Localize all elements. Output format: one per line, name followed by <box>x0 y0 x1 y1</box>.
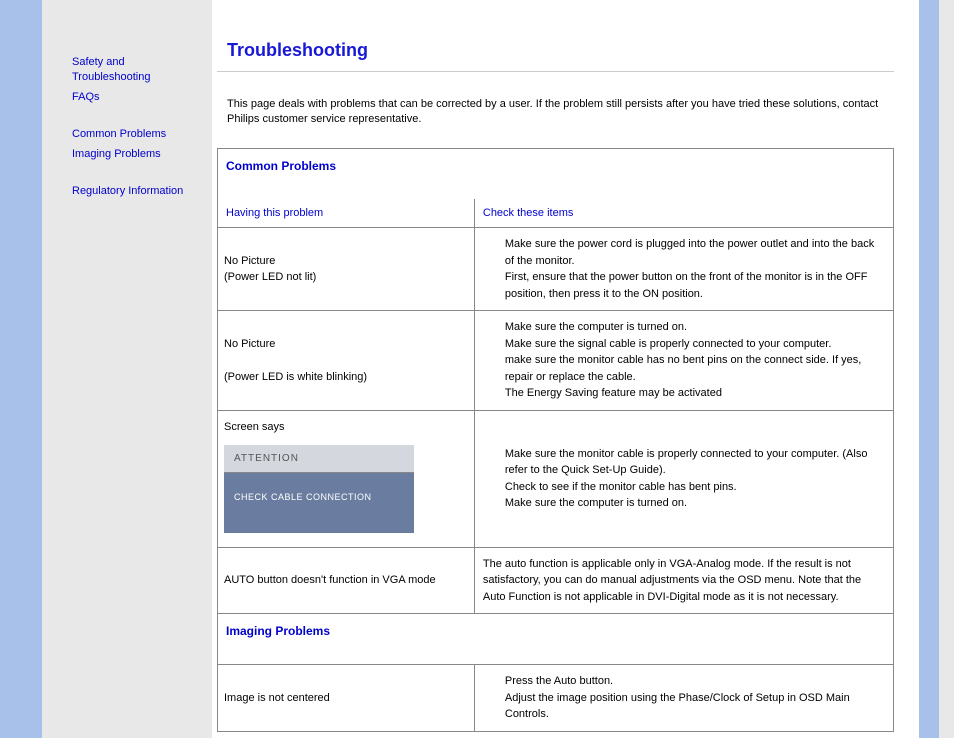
attention-header: ATTENTION <box>224 445 414 473</box>
main-content: Troubleshooting This page deals with pro… <box>212 0 919 738</box>
title-divider <box>217 71 894 72</box>
column-header-problem: Having this problem <box>218 199 475 228</box>
check-cell: Make sure the monitor cable is properly … <box>474 410 893 547</box>
problem-cell: No Picture (Power LED is white blinking) <box>218 311 475 411</box>
check-text: Press the Auto button. <box>505 675 613 687</box>
troubleshooting-table: Common Problems Having this problem Chec… <box>217 148 894 732</box>
problem-cell: AUTO button doesn't function in VGA mode <box>218 547 475 614</box>
intro-text: This page deals with problems that can b… <box>227 97 894 128</box>
right-padding <box>939 0 954 738</box>
sidebar-link-safety[interactable]: Safety and Troubleshooting <box>72 55 197 86</box>
check-text: Adjust the image position using the Phas… <box>505 692 850 721</box>
table-row: No Picture (Power LED not lit) Make sure… <box>218 228 894 311</box>
check-text: make sure the monitor cable has no bent … <box>505 354 862 383</box>
table-row: No Picture (Power LED is white blinking)… <box>218 311 894 411</box>
sidebar-link-imaging-problems[interactable]: Imaging Problems <box>72 147 197 162</box>
problem-cell: Image is not centered <box>218 665 475 732</box>
check-text: Check to see if the monitor cable has be… <box>505 481 737 493</box>
problem-cell: Screen says ATTENTION CHECK CABLE CONNEC… <box>218 410 475 547</box>
problem-text: Screen says <box>224 421 285 433</box>
check-cell: Press the Auto button. Adjust the image … <box>474 665 893 732</box>
problem-text: No Picture <box>224 338 275 350</box>
problem-text: AUTO button doesn't function in VGA mode <box>224 574 436 586</box>
sidebar-nav: Safety and Troubleshooting FAQs Common P… <box>42 0 212 738</box>
check-text: First, ensure that the power button on t… <box>505 271 868 300</box>
right-accent-bar <box>919 0 939 738</box>
attention-box: ATTENTION CHECK CABLE CONNECTION <box>224 445 414 533</box>
sidebar-link-faqs[interactable]: FAQs <box>72 90 197 105</box>
sidebar-link-common-problems[interactable]: Common Problems <box>72 127 197 142</box>
problem-text: (Power LED is white blinking) <box>224 371 367 383</box>
sidebar-link-regulatory-info[interactable]: Regulatory Information <box>72 184 197 199</box>
attention-body: CHECK CABLE CONNECTION <box>224 473 414 533</box>
problem-cell: No Picture (Power LED not lit) <box>218 228 475 311</box>
problem-text: No Picture <box>224 255 275 267</box>
section-header-common: Common Problems <box>218 148 894 199</box>
check-text: The Energy Saving feature may be activat… <box>505 387 722 399</box>
check-text: Make sure the signal cable is properly c… <box>505 338 832 350</box>
check-cell: Make sure the computer is turned on. Mak… <box>474 311 893 411</box>
problem-text: Image is not centered <box>224 692 330 704</box>
check-cell: The auto function is applicable only in … <box>474 547 893 614</box>
problem-text: (Power LED not lit) <box>224 271 316 283</box>
column-header-check: Check these items <box>474 199 893 228</box>
check-text: The auto function is applicable only in … <box>483 558 861 603</box>
table-row: Image is not centered Press the Auto but… <box>218 665 894 732</box>
page-title: Troubleshooting <box>227 40 894 61</box>
table-row: AUTO button doesn't function in VGA mode… <box>218 547 894 614</box>
check-text: Make sure the power cord is plugged into… <box>505 238 874 267</box>
check-text: Make sure the monitor cable is properly … <box>505 448 868 477</box>
check-cell: Make sure the power cord is plugged into… <box>474 228 893 311</box>
table-row: Screen says ATTENTION CHECK CABLE CONNEC… <box>218 410 894 547</box>
left-accent-bar <box>0 0 42 738</box>
section-header-imaging: Imaging Problems <box>218 614 894 665</box>
check-text: Make sure the computer is turned on. <box>505 497 687 509</box>
check-text: Make sure the computer is turned on. <box>505 321 687 333</box>
